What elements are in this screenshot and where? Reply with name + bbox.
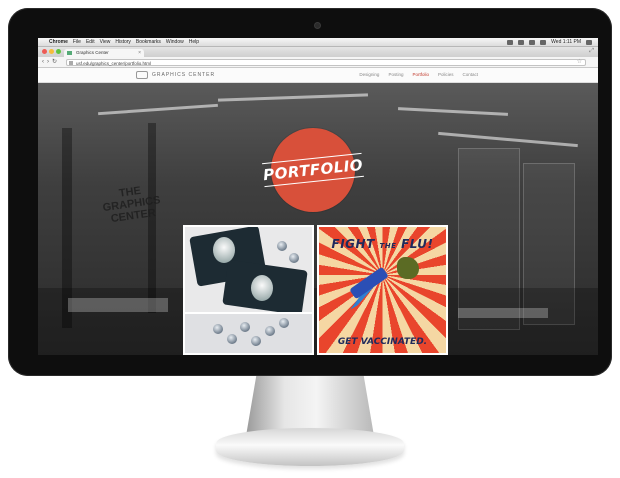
nav-contact[interactable]: Contact (462, 68, 478, 82)
wifi-icon[interactable] (518, 39, 525, 45)
os-menubar: Chrome File Edit View History Bookmarks … (38, 38, 598, 47)
ceiling-light (217, 93, 369, 102)
menu-edit[interactable]: Edit (86, 38, 95, 46)
tab-close-icon[interactable]: × (138, 49, 141, 57)
poster-title-the: THE (379, 242, 397, 250)
address-bar[interactable]: usf.edu/graphics_center/portfolio.html ☆ (66, 58, 586, 66)
browser-toolbar: ‹ › ↻ usf.edu/graphics_center/portfolio.… (38, 57, 598, 68)
poster-title-fight: FIGHT (331, 237, 375, 251)
poster-title: FIGHT THE FLU! (319, 237, 446, 251)
portfolio-badge: PORTFOLIO (261, 128, 365, 212)
fullscreen-icon[interactable]: ⤢ (589, 48, 594, 55)
tshirt-photo (185, 227, 312, 312)
buttons-photo (185, 314, 312, 353)
site-name[interactable]: GRAPHICS CENTER (152, 68, 215, 82)
forward-button[interactable]: › (47, 58, 49, 66)
tab-title: Graphics Center (76, 50, 109, 55)
portfolio-badge-text: PORTFOLIO (261, 152, 365, 188)
desk (68, 298, 168, 312)
site-header: GRAPHICS CENTER Designing Posting Portfo… (38, 68, 598, 83)
menu-file[interactable]: File (73, 38, 81, 46)
button-pin (289, 253, 299, 263)
nav-buttons: ‹ › ↻ (42, 58, 57, 66)
menu-view[interactable]: View (100, 38, 111, 46)
menu-history[interactable]: History (115, 38, 131, 46)
desk (458, 308, 548, 318)
tab-graphics-center[interactable]: Graphics Center × (64, 49, 144, 57)
website-viewport: THE GRAPHICS CENTER GRAPHICS CENTER Desi… (38, 68, 598, 355)
window-controls (42, 49, 61, 54)
germ-illustration (397, 257, 419, 279)
site-nav: Designing Posting Portfolio Policies Con… (359, 68, 478, 82)
monitor-stand-neck (246, 376, 374, 436)
back-button[interactable]: ‹ (42, 58, 44, 66)
ceiling-light (438, 131, 578, 148)
button-pin (277, 241, 287, 251)
face-graphic (251, 275, 273, 301)
menu-window[interactable]: Window (166, 38, 184, 46)
minimize-window-icon[interactable] (49, 49, 54, 54)
portfolio-item-flu-poster[interactable]: FIGHT THE FLU! GET VACCINATED. (317, 225, 448, 355)
menu-help[interactable]: Help (189, 38, 199, 46)
app-menu-chrome[interactable]: Chrome (49, 38, 68, 46)
ceiling-light (98, 103, 218, 116)
page-icon (69, 61, 73, 65)
button-pin (251, 336, 261, 346)
bluetooth-icon[interactable] (507, 39, 514, 45)
camera-icon (314, 22, 321, 29)
battery-icon[interactable] (540, 39, 547, 45)
bookmark-star-icon[interactable]: ☆ (577, 59, 582, 66)
face-graphic (213, 237, 235, 263)
monitor-stand-base (216, 428, 404, 466)
url-text[interactable]: usf.edu/graphics_center/portfolio.html (76, 61, 151, 66)
nav-posting[interactable]: Posting (388, 68, 403, 82)
nav-policies[interactable]: Policies (438, 68, 454, 82)
browser-tabbar: Graphics Center × ⤢ (38, 47, 598, 57)
site-logo-icon[interactable] (136, 71, 148, 79)
nav-designing[interactable]: Designing (359, 68, 379, 82)
search-icon[interactable] (586, 39, 592, 45)
ceiling-light (397, 107, 509, 116)
maximize-window-icon[interactable] (56, 49, 61, 54)
nav-portfolio[interactable]: Portfolio (412, 68, 429, 82)
menu-bookmarks[interactable]: Bookmarks (136, 38, 161, 46)
button-pin (279, 318, 289, 328)
hero-illustration (349, 266, 389, 300)
menubar-clock[interactable]: Wed 1:11 PM (551, 38, 581, 46)
favicon-icon (67, 51, 72, 55)
poster-tagline: GET VACCINATED. (337, 337, 428, 347)
monitor-bezel: Chrome File Edit View History Bookmarks … (8, 8, 612, 376)
reload-button[interactable]: ↻ (52, 58, 57, 66)
poster-title-flu: FLU! (401, 237, 434, 251)
volume-icon[interactable] (529, 39, 536, 45)
screen: Chrome File Edit View History Bookmarks … (38, 38, 598, 355)
button-pin (265, 326, 275, 336)
portfolio-item-apparel[interactable] (183, 225, 314, 355)
button-pin (213, 324, 223, 334)
menubar-status-area: Wed 1:11 PM (507, 38, 592, 46)
button-pin (227, 334, 237, 344)
close-window-icon[interactable] (42, 49, 47, 54)
wall-graphic-text: THE GRAPHICS CENTER (102, 184, 162, 226)
button-pin (240, 322, 250, 332)
